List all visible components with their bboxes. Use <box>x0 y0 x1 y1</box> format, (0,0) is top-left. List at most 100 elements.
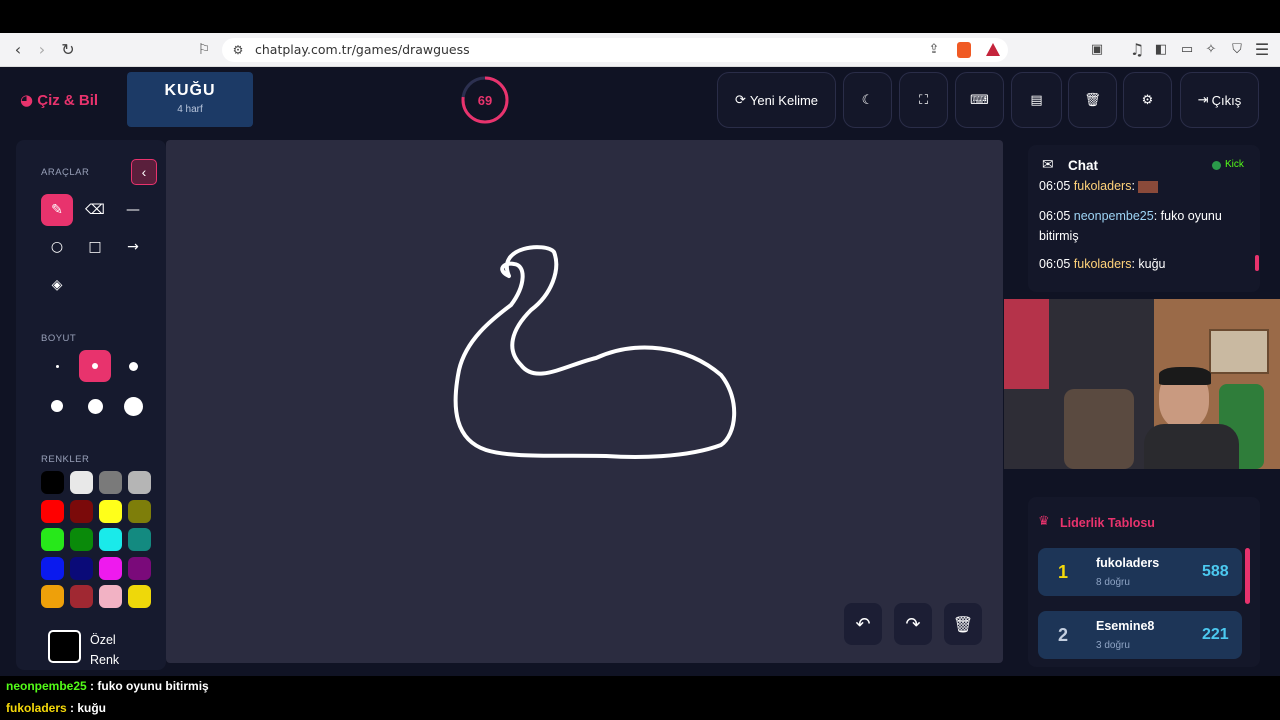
custom-color-label: Renk <box>90 653 120 667</box>
archive-button[interactable]: ▤ <box>1011 72 1062 128</box>
arrow-tool[interactable]: → <box>117 231 149 263</box>
size-1[interactable] <box>41 350 73 382</box>
settings-button[interactable]: ⚙ <box>1123 72 1172 128</box>
square-icon: □ <box>88 239 102 255</box>
color-swatch[interactable] <box>99 471 122 494</box>
color-swatch[interactable] <box>128 528 151 551</box>
collapse-tools-button[interactable]: ‹ <box>131 159 157 185</box>
forward-icon[interactable]: › <box>32 40 52 60</box>
drawing-svg[interactable] <box>166 140 1003 663</box>
clear-canvas-button[interactable]: 🗑 <box>944 603 982 645</box>
emote-image <box>1138 180 1159 193</box>
chat-panel: ✉ Chat Kick 06:05 fukoladers: 06:05 neon… <box>1028 145 1260 292</box>
bookmark-icon[interactable]: ⚐ <box>194 40 214 60</box>
size-3[interactable] <box>117 350 149 382</box>
color-swatch[interactable] <box>41 499 64 523</box>
size-5[interactable] <box>79 390 111 422</box>
timer: 69 <box>461 76 509 124</box>
redo-button[interactable]: ↷ <box>894 603 932 645</box>
leaderboard-scrollbar[interactable] <box>1245 548 1250 604</box>
color-swatch[interactable] <box>41 471 64 494</box>
overlay-line: fukoladers : kuğu <box>6 701 107 715</box>
color-swatch[interactable] <box>99 528 122 551</box>
address-bar[interactable]: ⚙ chatplay.com.tr/games/drawguess ⇪ <box>222 38 1008 62</box>
color-swatch[interactable] <box>128 556 151 580</box>
app-logo[interactable]: ◕ Çiz & Bil <box>20 91 98 109</box>
color-swatch[interactable] <box>70 556 93 580</box>
fill-tool[interactable]: ◈ <box>41 269 73 301</box>
keyboard-button[interactable]: ⌨ <box>955 72 1004 128</box>
exit-button[interactable]: ⇥ Çıkış <box>1180 72 1259 128</box>
wallet-icon[interactable]: ▭ <box>1177 40 1197 60</box>
dark-mode-button[interactable]: ☾ <box>843 72 892 128</box>
menu-icon[interactable]: ☰ <box>1252 40 1272 60</box>
sidebar-icon[interactable]: ◧ <box>1151 40 1171 60</box>
undo-button[interactable]: ↶ <box>844 603 882 645</box>
secret-word: KUĞU <box>164 82 216 99</box>
color-swatch[interactable] <box>128 471 151 494</box>
fullscreen-icon: ⛶ <box>918 92 929 108</box>
color-swatch[interactable] <box>41 528 64 551</box>
timer-value: 69 <box>478 93 492 108</box>
brush-tool[interactable]: ✎ <box>41 194 73 226</box>
chat-scrollbar[interactable] <box>1255 255 1259 271</box>
leaderboard-score: 588 <box>1202 563 1229 580</box>
leo-icon[interactable]: ✧ <box>1201 40 1221 60</box>
color-swatch[interactable] <box>128 499 151 523</box>
leaderboard-name: Esemine8 <box>1096 619 1155 633</box>
site-settings-icon[interactable]: ⚙ <box>228 40 248 60</box>
size-6[interactable] <box>117 390 149 422</box>
size-dot <box>55 364 59 368</box>
leaderboard-score: 221 <box>1202 626 1229 643</box>
crown-icon: ♛ <box>1038 514 1050 529</box>
brave-shield-icon[interactable] <box>957 42 971 58</box>
size-2[interactable] <box>79 350 111 382</box>
trash-button[interactable]: 🗑 <box>1068 72 1117 128</box>
reload-icon[interactable]: ↻ <box>58 40 78 60</box>
color-swatch[interactable] <box>70 528 93 551</box>
vpn-icon[interactable]: ⛉ <box>1227 40 1247 60</box>
word-hint: 4 harf <box>177 104 203 115</box>
brave-rewards-icon[interactable] <box>986 43 1000 56</box>
color-swatch[interactable] <box>99 556 122 580</box>
color-swatch[interactable] <box>70 499 93 523</box>
share-icon[interactable]: ⇪ <box>924 40 944 60</box>
drawing-canvas[interactable]: ↶ ↷ 🗑 <box>166 140 1003 663</box>
app-header: ◕ Çiz & Bil KUĞU 4 harf 69 ⟳ Yeni Kelime… <box>0 67 1280 133</box>
color-swatch[interactable] <box>70 585 93 608</box>
word-card: KUĞU 4 harf <box>127 72 253 127</box>
eraser-tool[interactable]: ⌫ <box>79 194 111 226</box>
custom-color-button[interactable] <box>48 630 81 663</box>
line-tool[interactable]: — <box>117 194 149 226</box>
circle-tool[interactable]: ○ <box>41 231 73 263</box>
rectangle-tool[interactable]: □ <box>79 231 111 263</box>
color-swatch[interactable] <box>70 471 93 494</box>
stream-chat-overlay: neonpembe25 : fuko oyunu bitirmiş fukola… <box>0 676 1280 720</box>
leaderboard-correct: 3 doğru <box>1096 640 1130 651</box>
leaderboard-panel: ♛ Liderlik Tablosu 1 fukoladers 8 doğru … <box>1028 497 1260 667</box>
color-swatch[interactable] <box>128 585 151 608</box>
moon-icon: ☾ <box>861 92 874 108</box>
color-swatch[interactable] <box>99 499 122 523</box>
size-dot <box>92 363 98 369</box>
color-swatch[interactable] <box>99 585 122 608</box>
paint-bucket-icon: ◈ <box>51 277 63 293</box>
size-heading: BOYUT <box>41 333 77 344</box>
arrow-right-icon: → <box>127 239 139 255</box>
color-swatch[interactable] <box>41 585 64 608</box>
back-icon[interactable]: ‹ <box>8 40 28 60</box>
size-4[interactable] <box>41 390 73 422</box>
chat-platform: Kick <box>1225 159 1244 170</box>
chat-message: 06:05 fukoladers: kuğu <box>1039 257 1166 271</box>
leaderboard-rank: 2 <box>1058 625 1069 645</box>
new-word-button[interactable]: ⟳ Yeni Kelime <box>717 72 836 128</box>
leaderboard-row[interactable]: 1 fukoladers 8 doğru 588 <box>1038 548 1242 596</box>
line-icon: — <box>126 202 140 218</box>
leaderboard-row[interactable]: 2 Esemine8 3 doğru 221 <box>1038 611 1242 659</box>
chat-message: 06:05 fukoladers: <box>1039 176 1159 196</box>
fullscreen-button[interactable]: ⛶ <box>899 72 948 128</box>
browser-toolbar: ‹ › ↻ ⚐ ⚙ chatplay.com.tr/games/drawgues… <box>0 33 1280 67</box>
reader-icon[interactable]: ▣ <box>1087 40 1107 60</box>
music-icon[interactable]: ♫ <box>1127 40 1147 60</box>
color-swatch[interactable] <box>41 556 64 580</box>
